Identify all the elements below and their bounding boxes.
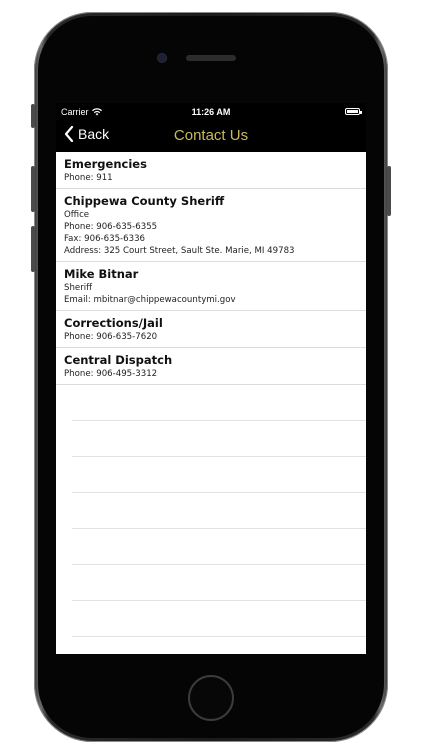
contact-row-corrections[interactable]: Corrections/Jail Phone: 906-635-7620: [56, 311, 366, 348]
contact-phone: Phone: 906-635-7620: [64, 332, 158, 342]
power-button: [387, 166, 391, 216]
contact-phone: Phone: 911: [64, 173, 113, 183]
home-button[interactable]: [188, 675, 234, 721]
empty-row: [72, 601, 366, 637]
contact-name: Central Dispatch: [64, 353, 173, 367]
contact-address: Address: 325 Court Street, Sault Ste. Ma…: [64, 246, 295, 256]
contact-role: Office: [64, 210, 90, 220]
contact-name: Emergencies: [64, 157, 147, 171]
earpiece-speaker: [186, 55, 236, 61]
empty-row: [72, 529, 366, 565]
empty-row: [72, 457, 366, 493]
empty-row: [72, 421, 366, 457]
contact-row-sheriff-office[interactable]: Chippewa County Sheriff Office Phone: 90…: [56, 189, 366, 262]
contact-row-emergencies[interactable]: Emergencies Phone: 911: [56, 152, 366, 189]
empty-row: [72, 385, 366, 421]
volume-down-button: [31, 226, 35, 272]
status-bar: Carrier 11:26 AM: [56, 103, 366, 121]
contact-phone: Phone: 906-495-3312: [64, 369, 158, 379]
contact-role: Sheriff: [64, 283, 93, 293]
empty-row: [72, 565, 366, 601]
app-screen: Carrier 11:26 AM Back Contact Us Emergen…: [56, 103, 366, 654]
volume-up-button: [31, 166, 35, 212]
status-time: 11:26 AM: [191, 107, 231, 117]
contact-name: Chippewa County Sheriff: [64, 194, 225, 208]
mute-switch: [31, 104, 35, 128]
front-camera: [158, 54, 166, 62]
contact-row-dispatch[interactable]: Central Dispatch Phone: 906-495-3312: [56, 348, 366, 385]
battery-icon: [345, 108, 362, 115]
contact-name: Corrections/Jail: [64, 316, 163, 330]
contact-fax: Fax: 906-635-6336: [64, 234, 146, 244]
contact-list[interactable]: Emergencies Phone: 911 Chippewa County S…: [56, 152, 366, 654]
contact-name: Mike Bitnar: [64, 267, 139, 281]
contact-phone: Phone: 906-635-6355: [64, 222, 158, 232]
contact-email: Email: mbitnar@chippewacountymi.gov: [64, 295, 236, 305]
page-title: Contact Us: [173, 127, 249, 144]
contact-row-sheriff[interactable]: Mike Bitnar Sheriff Email: mbitnar@chipp…: [56, 262, 366, 311]
navigation-bar: Back Contact Us: [56, 121, 366, 151]
empty-row: [72, 493, 366, 529]
